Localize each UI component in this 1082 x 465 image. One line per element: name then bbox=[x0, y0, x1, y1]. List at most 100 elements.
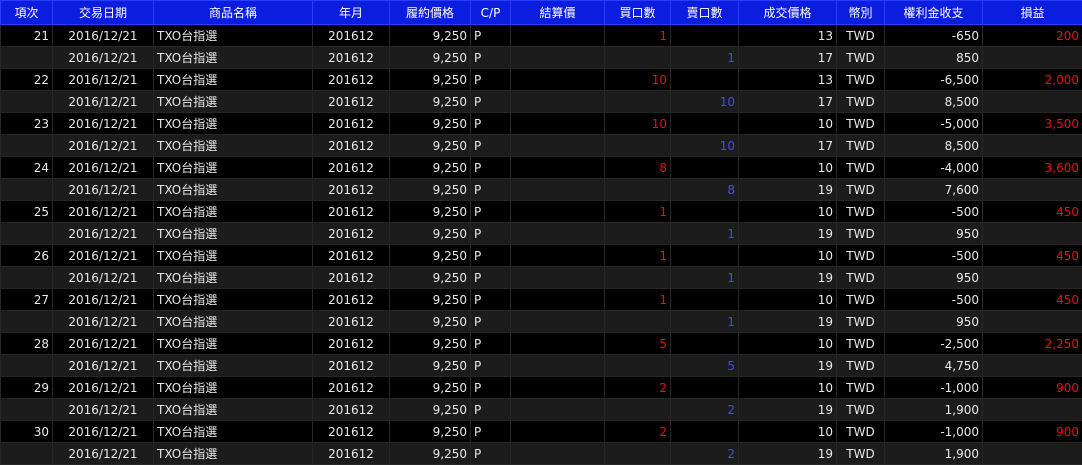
cell-premium: -6,500 bbox=[885, 69, 983, 91]
cell-product-name: TXO台指選 bbox=[154, 135, 313, 157]
table-row[interactable]: 302016/12/21TXO台指選2016129,250P210TWD-1,0… bbox=[1, 421, 1082, 443]
cell-buy-lots bbox=[605, 47, 671, 69]
cell-premium: -500 bbox=[885, 245, 983, 267]
table-row[interactable]: 2016/12/21TXO台指選2016129,250P1017TWD8,500 bbox=[1, 91, 1082, 113]
cell-profit-loss bbox=[983, 179, 1082, 201]
cell-strike-price: 9,250 bbox=[390, 245, 471, 267]
cell-currency: TWD bbox=[837, 223, 885, 245]
header-buy-lots[interactable]: 買口數 bbox=[605, 1, 671, 25]
cell-settlement-price bbox=[511, 223, 605, 245]
cell-trade-date: 2016/12/21 bbox=[53, 113, 154, 135]
header-item-no[interactable]: 項次 bbox=[1, 1, 53, 25]
cell-premium: -1,000 bbox=[885, 377, 983, 399]
cell-premium: -500 bbox=[885, 201, 983, 223]
header-settlement-price[interactable]: 結算價 bbox=[511, 1, 605, 25]
cell-call-put: P bbox=[471, 69, 511, 91]
cell-strike-price: 9,250 bbox=[390, 201, 471, 223]
table-row[interactable]: 2016/12/21TXO台指選2016129,250P519TWD4,750 bbox=[1, 355, 1082, 377]
table-row[interactable]: 2016/12/21TXO台指選2016129,250P119TWD950 bbox=[1, 223, 1082, 245]
header-year-month[interactable]: 年月 bbox=[313, 1, 390, 25]
cell-sell-lots: 10 bbox=[671, 91, 739, 113]
table-row[interactable]: 282016/12/21TXO台指選2016129,250P510TWD-2,5… bbox=[1, 333, 1082, 355]
cell-profit-loss bbox=[983, 47, 1082, 69]
cell-item-no: 27 bbox=[1, 289, 53, 311]
cell-call-put: P bbox=[471, 25, 511, 47]
table-row[interactable]: 212016/12/21TXO台指選2016129,250P113TWD-650… bbox=[1, 25, 1082, 47]
header-trade-price[interactable]: 成交價格 bbox=[739, 1, 837, 25]
cell-item-no: 21 bbox=[1, 25, 53, 47]
table-row[interactable]: 242016/12/21TXO台指選2016129,250P810TWD-4,0… bbox=[1, 157, 1082, 179]
cell-trade-date: 2016/12/21 bbox=[53, 399, 154, 421]
cell-product-name: TXO台指選 bbox=[154, 421, 313, 443]
cell-buy-lots: 1 bbox=[605, 201, 671, 223]
cell-settlement-price bbox=[511, 267, 605, 289]
cell-sell-lots: 1 bbox=[671, 311, 739, 333]
cell-currency: TWD bbox=[837, 157, 885, 179]
header-currency[interactable]: 幣別 bbox=[837, 1, 885, 25]
cell-settlement-price bbox=[511, 69, 605, 91]
cell-call-put: P bbox=[471, 311, 511, 333]
cell-profit-loss bbox=[983, 223, 1082, 245]
cell-premium: 4,750 bbox=[885, 355, 983, 377]
cell-buy-lots bbox=[605, 267, 671, 289]
cell-buy-lots bbox=[605, 355, 671, 377]
cell-buy-lots bbox=[605, 311, 671, 333]
cell-trade-price: 19 bbox=[739, 267, 837, 289]
cell-currency: TWD bbox=[837, 443, 885, 465]
table-row[interactable]: 222016/12/21TXO台指選2016129,250P1013TWD-6,… bbox=[1, 69, 1082, 91]
table-row[interactable]: 2016/12/21TXO台指選2016129,250P219TWD1,900 bbox=[1, 399, 1082, 421]
header-call-put[interactable]: C/P bbox=[471, 1, 511, 25]
header-strike-price[interactable]: 履約價格 bbox=[390, 1, 471, 25]
cell-trade-price: 10 bbox=[739, 289, 837, 311]
header-product-name[interactable]: 商品名稱 bbox=[154, 1, 313, 25]
cell-buy-lots: 5 bbox=[605, 333, 671, 355]
cell-item-no bbox=[1, 399, 53, 421]
cell-call-put: P bbox=[471, 267, 511, 289]
table-row[interactable]: 252016/12/21TXO台指選2016129,250P110TWD-500… bbox=[1, 201, 1082, 223]
cell-call-put: P bbox=[471, 201, 511, 223]
cell-sell-lots: 10 bbox=[671, 135, 739, 157]
cell-trade-date: 2016/12/21 bbox=[53, 135, 154, 157]
cell-profit-loss: 2,000 bbox=[983, 69, 1082, 91]
cell-item-no bbox=[1, 223, 53, 245]
header-trade-date[interactable]: 交易日期 bbox=[53, 1, 154, 25]
cell-profit-loss bbox=[983, 443, 1082, 465]
cell-settlement-price bbox=[511, 289, 605, 311]
cell-buy-lots bbox=[605, 443, 671, 465]
table-row[interactable]: 2016/12/21TXO台指選2016129,250P119TWD950 bbox=[1, 267, 1082, 289]
table-row[interactable]: 2016/12/21TXO台指選2016129,250P819TWD7,600 bbox=[1, 179, 1082, 201]
header-profit-loss[interactable]: 損益 bbox=[983, 1, 1082, 25]
cell-product-name: TXO台指選 bbox=[154, 311, 313, 333]
cell-trade-price: 10 bbox=[739, 421, 837, 443]
cell-trade-price: 10 bbox=[739, 377, 837, 399]
cell-settlement-price bbox=[511, 157, 605, 179]
table-row[interactable]: 262016/12/21TXO台指選2016129,250P110TWD-500… bbox=[1, 245, 1082, 267]
cell-settlement-price bbox=[511, 113, 605, 135]
header-sell-lots[interactable]: 賣口數 bbox=[671, 1, 739, 25]
cell-trade-date: 2016/12/21 bbox=[53, 421, 154, 443]
cell-product-name: TXO台指選 bbox=[154, 157, 313, 179]
table-row[interactable]: 2016/12/21TXO台指選2016129,250P1017TWD8,500 bbox=[1, 135, 1082, 157]
cell-currency: TWD bbox=[837, 421, 885, 443]
cell-item-no bbox=[1, 91, 53, 113]
table-row[interactable]: 232016/12/21TXO台指選2016129,250P1010TWD-5,… bbox=[1, 113, 1082, 135]
table-row[interactable]: 2016/12/21TXO台指選2016129,250P219TWD1,900 bbox=[1, 443, 1082, 465]
table-row[interactable]: 292016/12/21TXO台指選2016129,250P210TWD-1,0… bbox=[1, 377, 1082, 399]
cell-item-no: 24 bbox=[1, 157, 53, 179]
cell-trade-date: 2016/12/21 bbox=[53, 69, 154, 91]
cell-call-put: P bbox=[471, 47, 511, 69]
table-row[interactable]: 2016/12/21TXO台指選2016129,250P119TWD950 bbox=[1, 311, 1082, 333]
table-row[interactable]: 272016/12/21TXO台指選2016129,250P110TWD-500… bbox=[1, 289, 1082, 311]
cell-item-no: 22 bbox=[1, 69, 53, 91]
cell-trade-date: 2016/12/21 bbox=[53, 267, 154, 289]
cell-trade-date: 2016/12/21 bbox=[53, 289, 154, 311]
cell-call-put: P bbox=[471, 91, 511, 113]
cell-strike-price: 9,250 bbox=[390, 25, 471, 47]
header-premium[interactable]: 權利金收支 bbox=[885, 1, 983, 25]
table-row[interactable]: 2016/12/21TXO台指選2016129,250P117TWD850 bbox=[1, 47, 1082, 69]
cell-call-put: P bbox=[471, 245, 511, 267]
cell-profit-loss bbox=[983, 91, 1082, 113]
cell-premium: -1,000 bbox=[885, 421, 983, 443]
cell-currency: TWD bbox=[837, 245, 885, 267]
cell-trade-price: 19 bbox=[739, 311, 837, 333]
